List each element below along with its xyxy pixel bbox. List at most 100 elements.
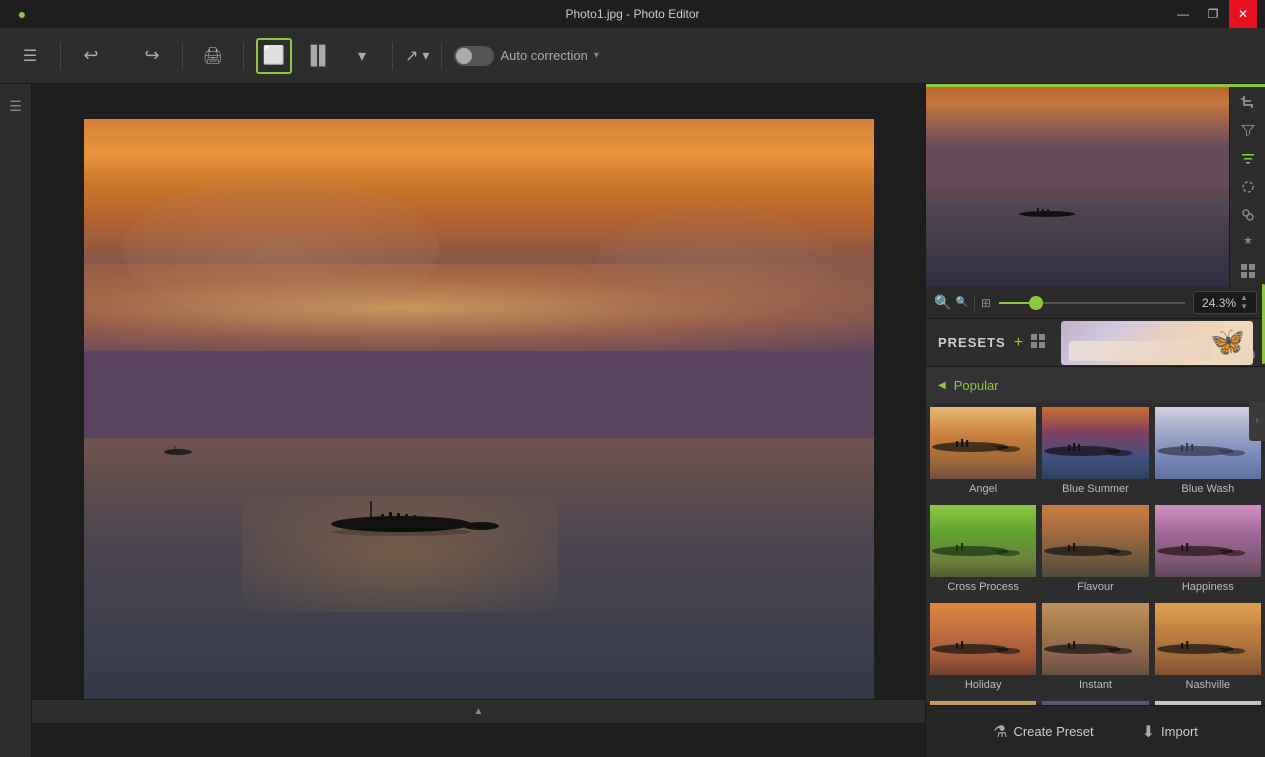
photo-image	[84, 119, 874, 699]
minimize-button[interactable]: —	[1169, 0, 1197, 28]
sidebar-menu-button[interactable]: ☰	[2, 92, 30, 120]
canvas-bottom-bar: ▲	[32, 699, 925, 723]
toolbar-sep-1	[60, 42, 61, 70]
panel-expand-button[interactable]: ›	[1249, 401, 1265, 441]
boat-silhouette	[321, 496, 521, 536]
right-panel-icons	[1229, 87, 1265, 287]
filter-icon-btn[interactable]	[1234, 123, 1262, 139]
butterfly-decoration: 🦋	[1210, 325, 1245, 358]
zoom-slider[interactable]	[999, 302, 1185, 304]
photo-canvas	[84, 119, 874, 699]
thumb-water	[926, 187, 1229, 287]
main-toolbar: ☰ ↩ ↪ 🖨 ⬜ ▐▌ ▾ ↗ ▾ Auto correction ▾	[0, 28, 1265, 84]
cloud-1	[123, 177, 439, 322]
preset-item-flavour[interactable]: Flavour	[1040, 503, 1150, 599]
preset-item-holiday[interactable]: Holiday	[928, 601, 1038, 697]
app-icon: ●	[8, 0, 36, 28]
preview-thumbnail	[926, 87, 1229, 287]
auto-correction-arrow: ▾	[594, 50, 599, 61]
zoom-value: 24.3%	[1202, 296, 1236, 310]
menu-button[interactable]: ☰	[12, 38, 48, 74]
import-icon: ⬇	[1142, 722, 1155, 742]
single-view-icon: ⬜	[263, 45, 285, 66]
preset-item-happiness[interactable]: Happiness	[1153, 503, 1263, 599]
preset-thumb-blue-summer	[1042, 407, 1148, 479]
preset-item-blue-summer[interactable]: Blue Summer	[1040, 405, 1150, 501]
effects-icon-btn[interactable]	[1234, 235, 1262, 251]
preset-item-row4-3[interactable]	[1153, 699, 1263, 705]
preset-label-happiness: Happiness	[1155, 577, 1261, 597]
preset-label-angel: Angel	[930, 479, 1036, 499]
maximize-button[interactable]: ❐	[1199, 0, 1227, 28]
toolbar-sep-6	[441, 42, 442, 70]
auto-correction-toggle[interactable]: Auto correction ▾	[454, 46, 598, 66]
split-view-button[interactable]: ▐▌	[300, 38, 336, 74]
presets-content[interactable]: ◀ Popular	[926, 367, 1265, 705]
preset-item-blue-wash[interactable]: Blue Wash	[1153, 405, 1263, 501]
presets-header: PRESETS + 🦋	[926, 319, 1265, 367]
preset-thumb-row4-2	[1042, 701, 1148, 705]
adjust-icon-btn[interactable]	[1234, 151, 1262, 167]
toolbar-sep-2	[121, 42, 122, 70]
preset-item-row4-2[interactable]	[1040, 699, 1150, 705]
redo-button[interactable]: ↪	[134, 38, 170, 74]
toolbar-sep-5	[392, 42, 393, 70]
preview-image	[926, 87, 1229, 287]
preset-item-nashville[interactable]: Nashville	[1153, 601, 1263, 697]
undo-button[interactable]: ↩	[73, 38, 109, 74]
thumb-boat	[1017, 205, 1077, 217]
canvas-collapse-arrow[interactable]: ▲	[474, 706, 484, 717]
fit-zoom-icon[interactable]: ⊞	[981, 296, 991, 310]
lasso-icon-btn[interactable]	[1234, 179, 1262, 195]
single-view-button[interactable]: ⬜	[256, 38, 292, 74]
toolbar-sep-3	[182, 42, 183, 70]
preset-thumb-instant	[1042, 603, 1148, 675]
import-label: Import	[1161, 724, 1198, 739]
bottom-actions: ⚗ Create Preset ⬇ Import	[926, 705, 1265, 757]
view-options-button[interactable]: ▾	[344, 38, 380, 74]
preset-thumb-row4-1	[930, 701, 1036, 705]
popular-header[interactable]: ◀ Popular	[926, 367, 1265, 403]
hamburger-icon: ☰	[23, 46, 37, 66]
preset-thumb-happiness	[1155, 505, 1261, 577]
auto-correction-label: Auto correction	[500, 48, 587, 63]
crop-icon-btn[interactable]	[1234, 95, 1262, 111]
share-button[interactable]: ↗ ▾	[405, 46, 429, 66]
zoom-down-arrow[interactable]: ▼	[1240, 303, 1248, 311]
presets-banner: 🦋	[1061, 321, 1253, 365]
clone-icon-btn[interactable]	[1234, 207, 1262, 223]
create-preset-button[interactable]: ⚗ Create Preset	[981, 716, 1106, 748]
create-preset-label: Create Preset	[1013, 724, 1093, 739]
preset-item-instant[interactable]: Instant	[1040, 601, 1150, 697]
close-button[interactable]: ✕	[1229, 0, 1257, 28]
preset-item-cross-process[interactable]: Cross Process	[928, 503, 1038, 599]
preset-item-row4-1[interactable]	[928, 699, 1038, 705]
import-button[interactable]: ⬇ Import	[1130, 716, 1210, 748]
zoom-out-icon[interactable]: 🔍	[934, 294, 951, 311]
preset-label-cross-process: Cross Process	[930, 577, 1036, 597]
zoom-sep	[974, 295, 975, 311]
thumb-sky	[926, 87, 1229, 197]
title-bar-left: ●	[8, 0, 36, 28]
preset-thumb-cross-process	[930, 505, 1036, 577]
preset-thumb-blue-wash	[1155, 407, 1261, 479]
right-panel: 🔍 🔍 ⊞ 24.3% ▲ ▼ PRESETS	[925, 84, 1265, 757]
preset-item-angel[interactable]: Angel	[928, 405, 1038, 501]
presets-add-button[interactable]: +	[1014, 334, 1023, 352]
undo-icon: ↩	[83, 45, 98, 66]
presets-grid: Angel	[926, 403, 1265, 705]
split-view-icon: ▐▌	[304, 45, 332, 66]
toolbar-sep-4	[243, 42, 244, 70]
toggle-thumb	[456, 48, 472, 64]
preset-label-blue-summer: Blue Summer	[1042, 479, 1148, 499]
print-button[interactable]: 🖨	[195, 38, 231, 74]
preset-thumb-flavour	[1042, 505, 1148, 577]
share-icon: ↗	[405, 46, 418, 66]
popular-collapse-arrow: ◀	[938, 380, 946, 391]
grid-icon-btn[interactable]	[1234, 263, 1262, 279]
presets-grid-button[interactable]	[1031, 334, 1045, 351]
zoom-in-icon[interactable]: 🔍	[955, 297, 967, 308]
zoom-up-arrow[interactable]: ▲	[1240, 294, 1248, 302]
main-area: ☰	[0, 84, 1265, 757]
preset-label-flavour: Flavour	[1042, 577, 1148, 597]
